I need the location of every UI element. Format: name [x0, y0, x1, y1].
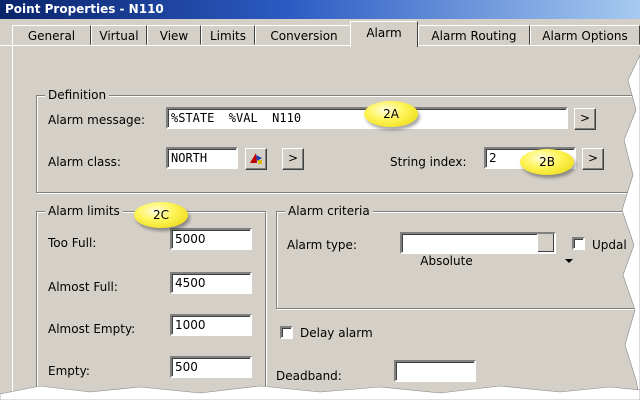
- tab-view[interactable]: View: [147, 25, 201, 45]
- title-bar[interactable]: Point Properties - N110: [0, 0, 640, 19]
- alarm-class-picker-icon: [250, 153, 262, 164]
- empty-label: Empty:: [48, 364, 90, 378]
- definition-legend: Definition: [45, 88, 110, 102]
- tab-virtual[interactable]: Virtual: [91, 25, 147, 45]
- callout-2b: 2B: [520, 149, 574, 175]
- alarm-class-browse-button[interactable]: >: [282, 148, 304, 170]
- deadband-label: Deadband:: [276, 369, 342, 383]
- alarm-message-label: Alarm message:: [48, 113, 146, 127]
- almost-empty-field[interactable]: 1000: [170, 314, 252, 336]
- alarm-class-icon-button[interactable]: [245, 148, 267, 170]
- alarm-criteria-legend: Alarm criteria: [285, 204, 373, 218]
- alarm-type-value: Absolute: [420, 254, 473, 268]
- string-index-label: String index:: [390, 155, 467, 169]
- tab-limits[interactable]: Limits: [201, 25, 255, 45]
- too-full-label: Too Full:: [48, 236, 97, 250]
- window-title: Point Properties - N110: [5, 2, 164, 16]
- tab-conversion[interactable]: Conversion: [255, 25, 353, 45]
- alarm-type-select[interactable]: Absolute: [400, 232, 573, 268]
- alarm-class-label: Alarm class:: [48, 155, 121, 169]
- callout-2c: 2C: [134, 202, 188, 228]
- dialog-window: Point Properties - N110 General Virtual …: [0, 0, 640, 400]
- deadband-field[interactable]: [394, 360, 476, 382]
- almost-full-field[interactable]: 4500: [170, 272, 252, 294]
- update-checkbox[interactable]: [572, 237, 585, 250]
- delay-alarm-checkbox[interactable]: [280, 326, 293, 339]
- empty-field[interactable]: 500: [170, 356, 252, 378]
- tab-alarm[interactable]: Alarm: [350, 21, 418, 47]
- dropdown-arrow-button[interactable]: [537, 234, 573, 263]
- alarm-message-browse-button[interactable]: >: [574, 108, 596, 130]
- almost-empty-label: Almost Empty:: [48, 322, 136, 336]
- alarm-class-field[interactable]: NORTH: [166, 147, 238, 169]
- chevron-down-icon: [564, 259, 573, 263]
- alarm-type-label: Alarm type:: [287, 238, 357, 252]
- string-index-browse-button[interactable]: >: [582, 148, 604, 170]
- too-full-field[interactable]: 5000: [170, 228, 252, 250]
- delay-alarm-label: Delay alarm: [300, 326, 373, 340]
- tab-alarm-routing[interactable]: Alarm Routing: [418, 25, 530, 45]
- almost-full-label: Almost Full:: [48, 280, 118, 294]
- callout-2a: 2A: [364, 101, 418, 127]
- update-label: Updal: [592, 238, 627, 252]
- tab-alarm-options[interactable]: Alarm Options: [530, 25, 640, 45]
- tab-general[interactable]: General: [12, 25, 91, 45]
- alarm-limits-legend: Alarm limits: [45, 204, 123, 218]
